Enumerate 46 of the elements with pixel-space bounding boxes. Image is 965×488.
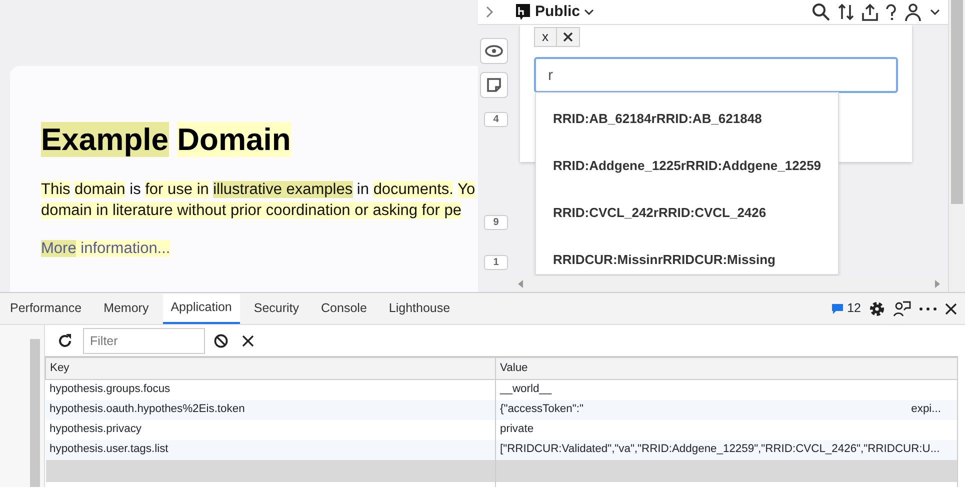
table-cell: hypothesis.user.tags.list [46, 440, 496, 460]
suggestion-item[interactable]: RRID:Addgene_1225rRRID:Addgene_12259 [536, 140, 838, 187]
caret-icon[interactable] [584, 9, 594, 15]
group-name[interactable]: Public [535, 0, 580, 24]
vertical-scrollbar[interactable] [948, 0, 965, 292]
close-icon[interactable] [945, 302, 957, 314]
table-cell-text: {"accessToken":" [500, 402, 584, 418]
suggestion-item[interactable]: RRIDCUR:MissinrRRIDCUR:Missing [536, 234, 838, 274]
note-icon[interactable] [480, 72, 508, 98]
upload-icon[interactable] [862, 3, 878, 21]
devtools-tab[interactable]: Console [313, 294, 375, 324]
feedback-icon[interactable] [893, 300, 911, 316]
table-cell-text: private [500, 422, 534, 438]
column-header[interactable]: Key [46, 358, 496, 380]
devtools-tab[interactable]: Performance [2, 294, 90, 324]
table-cell-text: ["RRIDCUR:Validated","va","RRID:Addgene_12259","RRID:CVCL_2426","RRIDCUR:U... [500, 442, 940, 458]
suggestion-item[interactable]: RRID:AB_62184rRRID:AB_621848 [536, 93, 838, 140]
bucket-count[interactable]: 1 [484, 255, 508, 270]
caret-icon[interactable] [930, 9, 940, 15]
devtools-tab[interactable]: Application [162, 294, 240, 324]
more-icon[interactable] [919, 306, 937, 310]
bucket-count[interactable]: 9 [484, 215, 508, 230]
devtools-tab[interactable]: Memory [96, 294, 157, 324]
logo-icon [516, 4, 530, 20]
bucket-count[interactable]: 4 [484, 112, 508, 127]
filter-field[interactable]: Filter [83, 328, 205, 354]
tag-chip: x [534, 26, 580, 47]
column-header[interactable]: Value [496, 358, 958, 380]
message-icon[interactable] [832, 304, 844, 314]
page-heading: Example Domain [41, 121, 292, 159]
eye-icon[interactable] [480, 38, 508, 64]
help-icon[interactable] [886, 4, 896, 20]
suggestion-item[interactable]: RRID:CVCL_242rRRID:CVCL_2426 [536, 187, 838, 234]
table-cell-text: expi... [911, 402, 941, 418]
devtools-tab[interactable]: Lighthouse [380, 294, 458, 324]
body-paragraph: This domain is for use in illustrative examples in documents. Yo domain in literature without prior coordination or asking for pe [41, 180, 476, 221]
search-icon[interactable] [812, 3, 830, 21]
settings-icon[interactable] [869, 300, 885, 316]
sort-arrows-icon[interactable] [838, 3, 854, 21]
tag-input-field[interactable]: r [534, 57, 898, 93]
table-cell-text: __world__ [500, 382, 552, 398]
user-icon[interactable] [904, 3, 922, 21]
issue-count[interactable]: 12 [847, 299, 861, 318]
chevron-right-icon[interactable] [486, 6, 494, 18]
table-cell: hypothesis.oauth.hypothes%2Eis.token [46, 400, 496, 420]
devtools-tab[interactable]: Security [246, 294, 308, 324]
